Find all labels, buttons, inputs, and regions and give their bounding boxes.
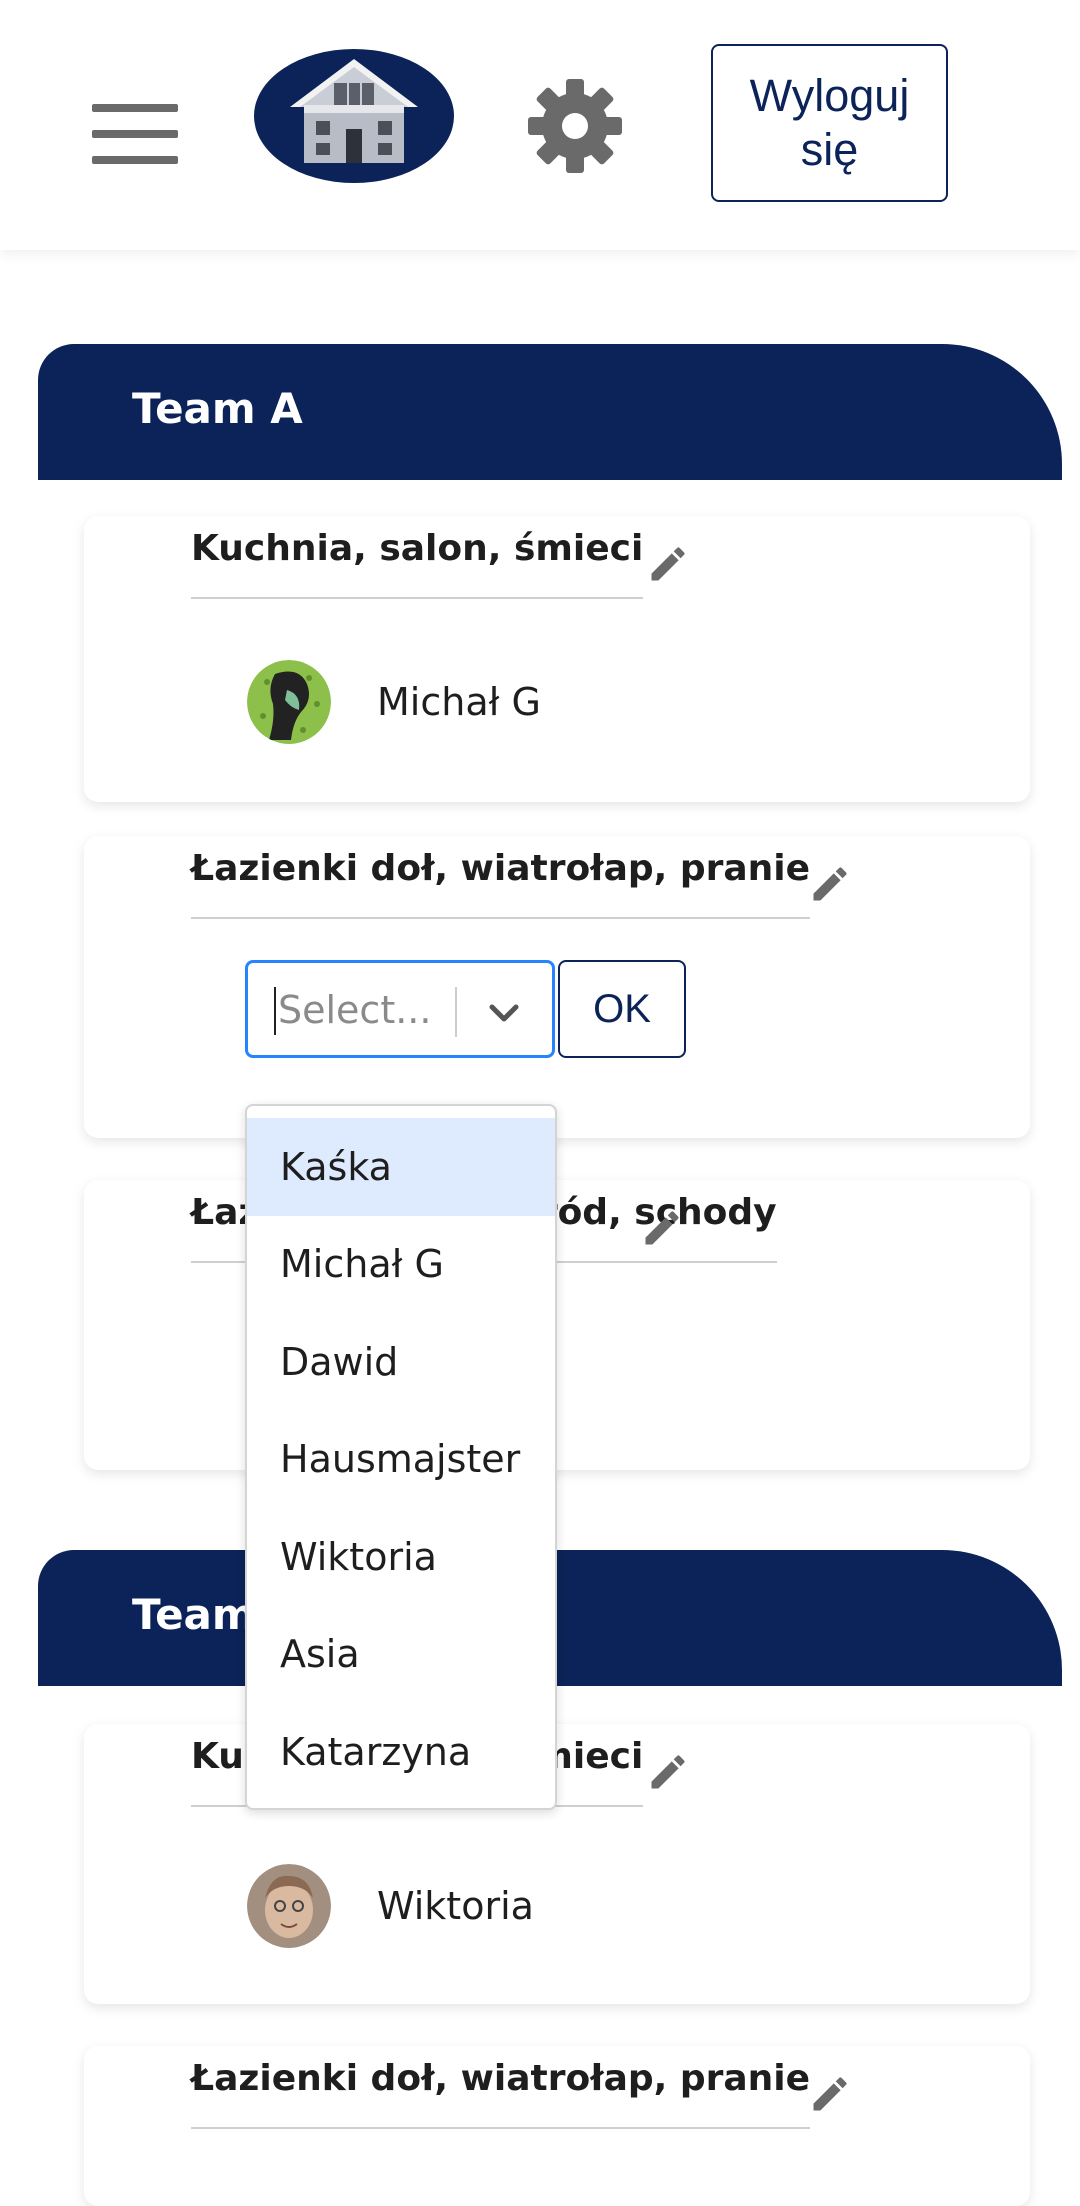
task-card: Kuchnia, salon, śmieci Wiktoria [84, 1724, 1030, 2004]
house-logo[interactable] [254, 49, 454, 183]
member-name: Wiktoria [377, 1884, 534, 1928]
dropdown-option[interactable]: Dawid [247, 1313, 555, 1411]
task-card: Łazienki doł, wiatrołap, pranie [84, 2046, 1030, 2206]
pencil-edit-icon[interactable] [646, 1750, 690, 1794]
dropdown-option[interactable]: Katarzyna [247, 1703, 555, 1801]
pencil-edit-icon[interactable] [808, 2072, 852, 2116]
ok-button[interactable]: OK [558, 960, 686, 1058]
select-placeholder: Select... [278, 988, 432, 1032]
gear-icon[interactable] [527, 78, 623, 174]
dropdown-option[interactable]: Kaśka [247, 1118, 555, 1216]
member-select[interactable]: Select... [245, 960, 555, 1058]
task-card: Łazienki doł, wiatrołap, pranie Select..… [84, 836, 1030, 1138]
team-header: Team A [38, 344, 1062, 480]
logout-button[interactable]: Wyloguj się [711, 44, 948, 202]
member-avatar[interactable] [247, 660, 331, 744]
pencil-edit-icon[interactable] [808, 862, 852, 906]
task-title: Kuchnia, salon, śmieci [191, 528, 644, 599]
member-row: Wiktoria [247, 1864, 534, 1948]
app-header: Wyloguj się [0, 0, 1080, 250]
member-row: Michał G [247, 660, 541, 744]
dropdown-option[interactable]: Michał G [247, 1216, 555, 1314]
task-title: Łazienki doł, wiatrołap, pranie [191, 848, 811, 919]
text-cursor [274, 987, 276, 1035]
member-avatar[interactable] [247, 1864, 331, 1948]
chevron-down-icon[interactable] [484, 993, 524, 1033]
member-dropdown-menu: Kaśka Michał G Dawid Hausmajster Wiktori… [245, 1104, 557, 1810]
dropdown-option[interactable]: Wiktoria [247, 1508, 555, 1606]
task-card: Kuchnia, salon, śmieci Michał G [84, 516, 1030, 802]
task-card: Łazienki góra, ogród, schody [84, 1180, 1030, 1470]
member-name: Michał G [377, 680, 541, 724]
task-title: Łazienki doł, wiatrołap, pranie [191, 2058, 811, 2129]
pencil-edit-icon[interactable] [640, 1206, 684, 1250]
dropdown-option[interactable]: Hausmajster [247, 1411, 555, 1509]
team-title: Team A [132, 384, 303, 433]
select-separator [455, 987, 457, 1037]
dropdown-option[interactable]: Asia [247, 1606, 555, 1704]
hamburger-menu-icon[interactable] [92, 104, 178, 164]
pencil-edit-icon[interactable] [646, 542, 690, 586]
